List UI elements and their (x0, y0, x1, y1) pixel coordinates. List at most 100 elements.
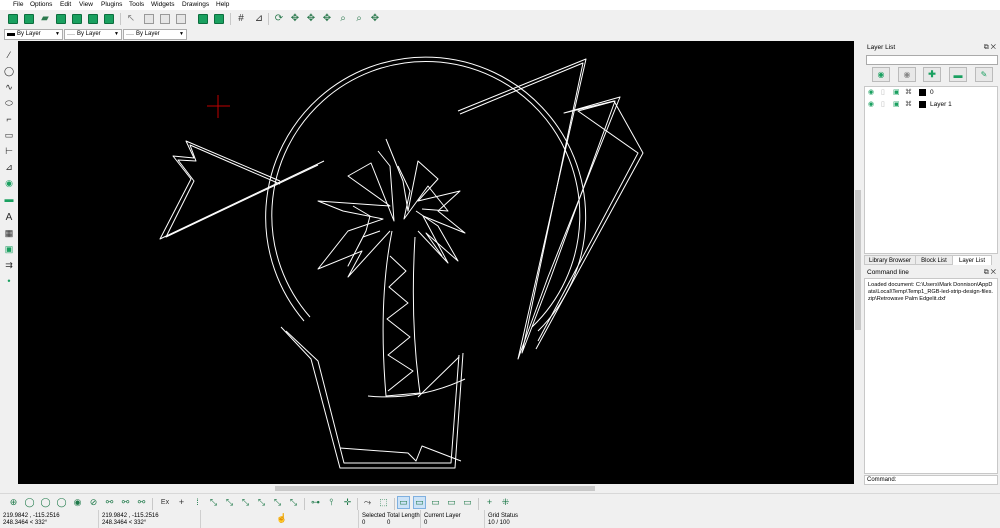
zoom-in-icon[interactable]: ✥ (288, 12, 302, 26)
snap-middle-icon[interactable]: ⊘ (88, 497, 99, 508)
menu-tools[interactable]: Tools (129, 1, 144, 8)
curve-tool-icon[interactable]: ∿ (3, 81, 15, 93)
info-tool-icon[interactable]: ◉ (3, 177, 15, 189)
save-as-icon[interactable] (70, 12, 84, 26)
eye-icon[interactable]: ◉ (868, 88, 874, 97)
print-layer-icon[interactable]: ▣ (893, 88, 900, 97)
lock-icon[interactable]: ▯ (881, 88, 885, 97)
snap-distance-icon[interactable]: ⚯ (104, 497, 115, 508)
layer-color-swatch[interactable] (919, 89, 926, 96)
image-tool-icon[interactable]: ▣ (3, 243, 15, 255)
draft-icon[interactable]: ⊿ (252, 12, 266, 26)
view-mode-5-icon[interactable]: ▭ (462, 497, 473, 508)
view-mode-2-icon[interactable]: ▭ (413, 496, 426, 509)
point-tool-icon[interactable]: • (3, 275, 15, 287)
zoom-window-icon[interactable]: ⌕ (336, 12, 350, 26)
block-tool-icon[interactable]: ▬ (3, 193, 15, 205)
menu-help[interactable]: Help (216, 1, 229, 8)
pen-color-combo[interactable]: By Layer ▼ (4, 29, 63, 40)
circle-tool-icon[interactable]: ◯ (3, 65, 15, 77)
menu-edit[interactable]: Edit (60, 1, 71, 8)
construction-icon[interactable]: ⌘ (905, 100, 912, 109)
dimension-tool-icon[interactable]: ⊢ (3, 145, 15, 157)
snap-grid-toggle-icon[interactable]: + (484, 497, 495, 508)
snap-on-entity-icon[interactable]: ◯ (56, 497, 67, 508)
eye-icon[interactable]: ◉ (868, 100, 874, 109)
open-icon[interactable]: ▰ (38, 12, 52, 26)
line-tool-icon[interactable]: ⁄ (3, 49, 15, 61)
snap-free-crosshair-icon[interactable]: + (176, 497, 187, 508)
snap-grid-points-icon[interactable]: ⁞ (192, 497, 203, 508)
print-preview-icon[interactable] (102, 12, 116, 26)
horizontal-scroll-thumb[interactable] (275, 486, 595, 491)
construction-icon[interactable]: ⌘ (905, 88, 912, 97)
add-layer-button[interactable]: ✚ (923, 67, 941, 82)
zoom-pan-icon[interactable]: ✥ (368, 12, 382, 26)
dock-window-buttons[interactable]: ⧉ ✕ (984, 43, 996, 53)
print-icon[interactable] (86, 12, 100, 26)
vertical-scroll-thumb[interactable] (855, 190, 861, 330)
snap-distance-point-icon[interactable]: ⤡ (272, 497, 283, 508)
layer-color-swatch[interactable] (919, 101, 926, 108)
snap-center-point-icon[interactable]: ⤡ (240, 497, 251, 508)
polyline-tool-icon[interactable]: ⌐ (3, 113, 15, 125)
snap-intersection-icon[interactable]: ⚯ (120, 497, 131, 508)
layer-row[interactable]: ◉ ▯ ▣ ⌘ 0 (865, 87, 997, 98)
move-tool-icon[interactable]: ⇉ (3, 259, 15, 271)
relative-zero-icon[interactable]: ⤳ (362, 497, 373, 508)
layer-filter-input[interactable] (866, 55, 998, 65)
snap-middle-point-icon[interactable]: ⤡ (256, 497, 267, 508)
snap-intersection-manual-icon[interactable]: ⚯ (136, 497, 147, 508)
snap-grid-settings-icon[interactable]: ⁜ (500, 497, 511, 508)
layer-row[interactable]: ◉ ▯ ▣ ⌘ Layer 1 (865, 99, 997, 110)
view-mode-3-icon[interactable]: ▭ (430, 497, 441, 508)
remove-layer-button[interactable]: ▬ (949, 67, 967, 82)
text-tool-icon[interactable]: A (3, 211, 15, 223)
menu-file[interactable]: File (13, 1, 23, 8)
undo-icon[interactable] (196, 12, 210, 26)
tab-layer-list[interactable]: Layer List (952, 255, 992, 265)
print-layer-icon[interactable]: ▣ (893, 100, 900, 109)
grid-icon[interactable]: # (234, 12, 248, 26)
new-template-icon[interactable] (22, 12, 36, 26)
zoom-previous-icon[interactable]: ⌕ (352, 12, 366, 26)
hide-all-layers-button[interactable]: ◉ (898, 67, 916, 82)
select-pointer-icon[interactable]: ↖ (124, 12, 138, 26)
dock-window-buttons[interactable]: ⧉ ✕ (984, 268, 996, 278)
view-mode-4-icon[interactable]: ▭ (446, 497, 457, 508)
show-all-layers-button[interactable]: ◉ (872, 67, 890, 82)
zoom-auto-icon[interactable]: ✥ (320, 12, 334, 26)
drawing-canvas[interactable] (18, 41, 854, 484)
paste-icon[interactable] (174, 12, 188, 26)
tab-library-browser[interactable]: Library Browser (864, 255, 916, 265)
ellipse-tool-icon[interactable]: ⬭ (3, 97, 15, 109)
hatch-tool-icon[interactable]: ▦ (3, 227, 15, 239)
menu-view[interactable]: View (79, 1, 93, 8)
restrict-vertical-icon[interactable]: ⫯ (326, 497, 337, 508)
command-input[interactable]: Command: (864, 475, 998, 485)
copy-icon[interactable] (158, 12, 172, 26)
menu-options[interactable]: Options (30, 1, 52, 8)
pen-type-combo[interactable]: By Layer ▼ (123, 29, 187, 40)
snap-endpoints-icon[interactable]: ⤡ (208, 497, 219, 508)
redraw-icon[interactable]: ⟳ (272, 12, 286, 26)
pen-width-combo[interactable]: By Layer ▼ (64, 29, 122, 40)
lock-relative-zero-icon[interactable]: ⬚ (378, 497, 389, 508)
menu-widgets[interactable]: Widgets (151, 1, 174, 8)
cut-icon[interactable] (142, 12, 156, 26)
snap-endpoint-icon[interactable]: ◯ (40, 497, 51, 508)
exclusive-snap-button[interactable]: Ex (158, 497, 172, 508)
restrict-horizontal-icon[interactable]: ⊶ (310, 497, 321, 508)
snap-entity-icon[interactable]: ⤡ (224, 497, 235, 508)
save-icon[interactable] (54, 12, 68, 26)
view-mode-1-icon[interactable]: ▭ (397, 496, 410, 509)
zoom-out-icon[interactable]: ✥ (304, 12, 318, 26)
new-icon[interactable] (6, 12, 20, 26)
edit-layer-button[interactable]: ✎ (975, 67, 993, 82)
snap-grid-icon[interactable]: ◯ (24, 497, 35, 508)
lock-icon[interactable]: ▯ (881, 100, 885, 109)
tab-block-list[interactable]: Block List (915, 255, 953, 265)
snap-free-icon[interactable]: ⊕ (8, 497, 19, 508)
menu-plugins[interactable]: Plugins (101, 1, 122, 8)
snap-center-icon[interactable]: ◉ (72, 497, 83, 508)
